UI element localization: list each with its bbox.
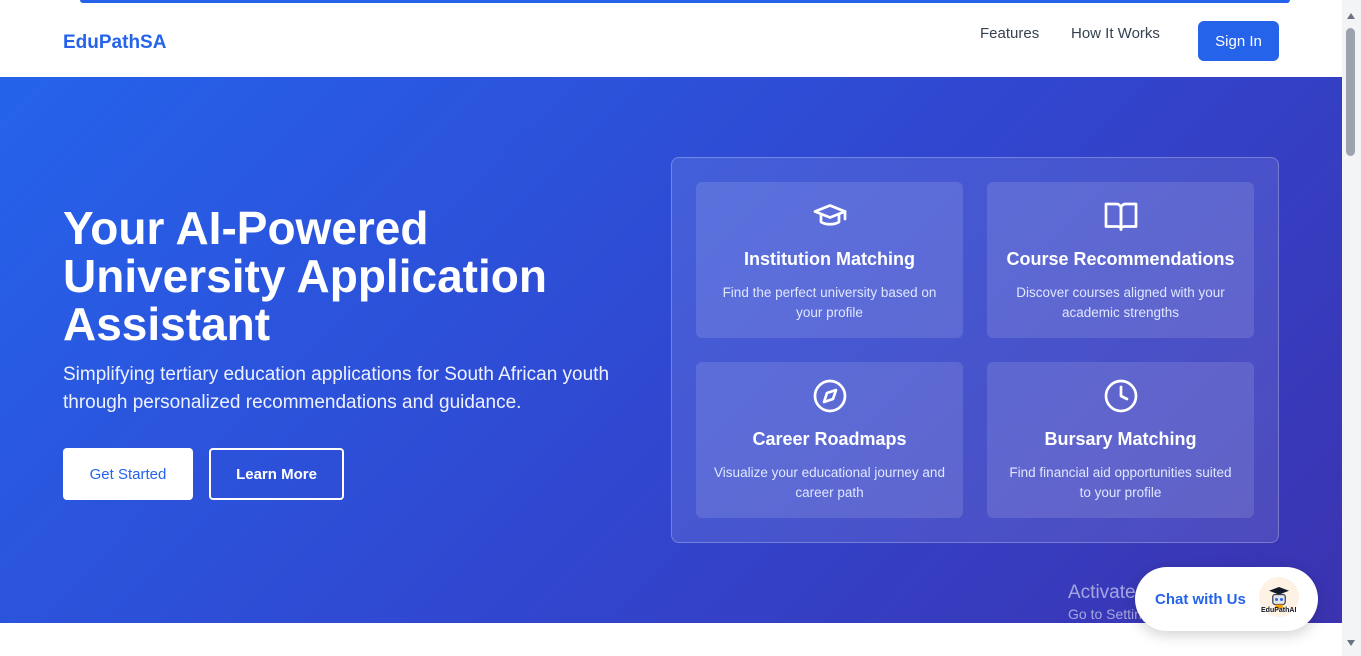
feature-card-institution-matching[interactable]: Institution Matching Find the perfect un… bbox=[696, 182, 963, 338]
feature-description: Find financial aid opportunities suited … bbox=[1009, 465, 1232, 500]
scroll-up-arrow-icon[interactable] bbox=[1347, 13, 1355, 19]
get-started-button[interactable]: Get Started bbox=[63, 448, 193, 500]
feature-title: Institution Matching bbox=[744, 249, 915, 269]
hero-subtitle: Simplifying tertiary education applicati… bbox=[63, 364, 610, 413]
chat-widget-button[interactable]: Chat with Us bbox=[1135, 567, 1318, 631]
feature-card-bursary-matching[interactable]: Bursary Matching Find financial aid oppo… bbox=[987, 362, 1254, 518]
clock-icon bbox=[987, 378, 1254, 414]
navbar: EduPathSA Features How It Works Sign In bbox=[0, 5, 1342, 77]
features-panel: Institution Matching Find the perfect un… bbox=[671, 157, 1279, 543]
chat-label: Chat with Us bbox=[1155, 591, 1246, 608]
compass-icon bbox=[696, 378, 963, 414]
feature-description: Find the perfect university based on you… bbox=[722, 285, 937, 320]
scroll-down-arrow-icon[interactable] bbox=[1347, 640, 1355, 646]
feature-card-course-recommendations[interactable]: Course Recommendations Discover courses … bbox=[987, 182, 1254, 338]
graduation-cap-icon bbox=[696, 198, 963, 234]
brand-logo[interactable]: EduPathSA bbox=[63, 32, 166, 54]
feature-description: Visualize your educational journey and c… bbox=[714, 465, 945, 500]
browser-progress-bar bbox=[80, 0, 1290, 3]
scroll-thumb[interactable] bbox=[1346, 28, 1355, 156]
nav-link-features[interactable]: Features bbox=[980, 25, 1039, 42]
hero-section: Your AI-Powered University Application A… bbox=[0, 77, 1342, 623]
nav-link-how-it-works[interactable]: How It Works bbox=[1071, 25, 1160, 42]
hero-title: Your AI-Powered University Application A… bbox=[63, 202, 547, 350]
feature-title: Bursary Matching bbox=[1044, 429, 1197, 449]
avatar-caption: EduPathAI bbox=[1261, 607, 1297, 614]
page-scrollbar[interactable] bbox=[1342, 0, 1361, 656]
feature-description: Discover courses aligned with your acade… bbox=[1016, 285, 1225, 320]
book-open-icon bbox=[987, 198, 1254, 234]
learn-more-button[interactable]: Learn More bbox=[209, 448, 344, 500]
sign-in-button[interactable]: Sign In bbox=[1198, 21, 1279, 61]
feature-title: Career Roadmaps bbox=[752, 429, 907, 449]
feature-title: Course Recommendations bbox=[1006, 249, 1235, 269]
feature-card-career-roadmaps[interactable]: Career Roadmaps Visualize your education… bbox=[696, 362, 963, 518]
